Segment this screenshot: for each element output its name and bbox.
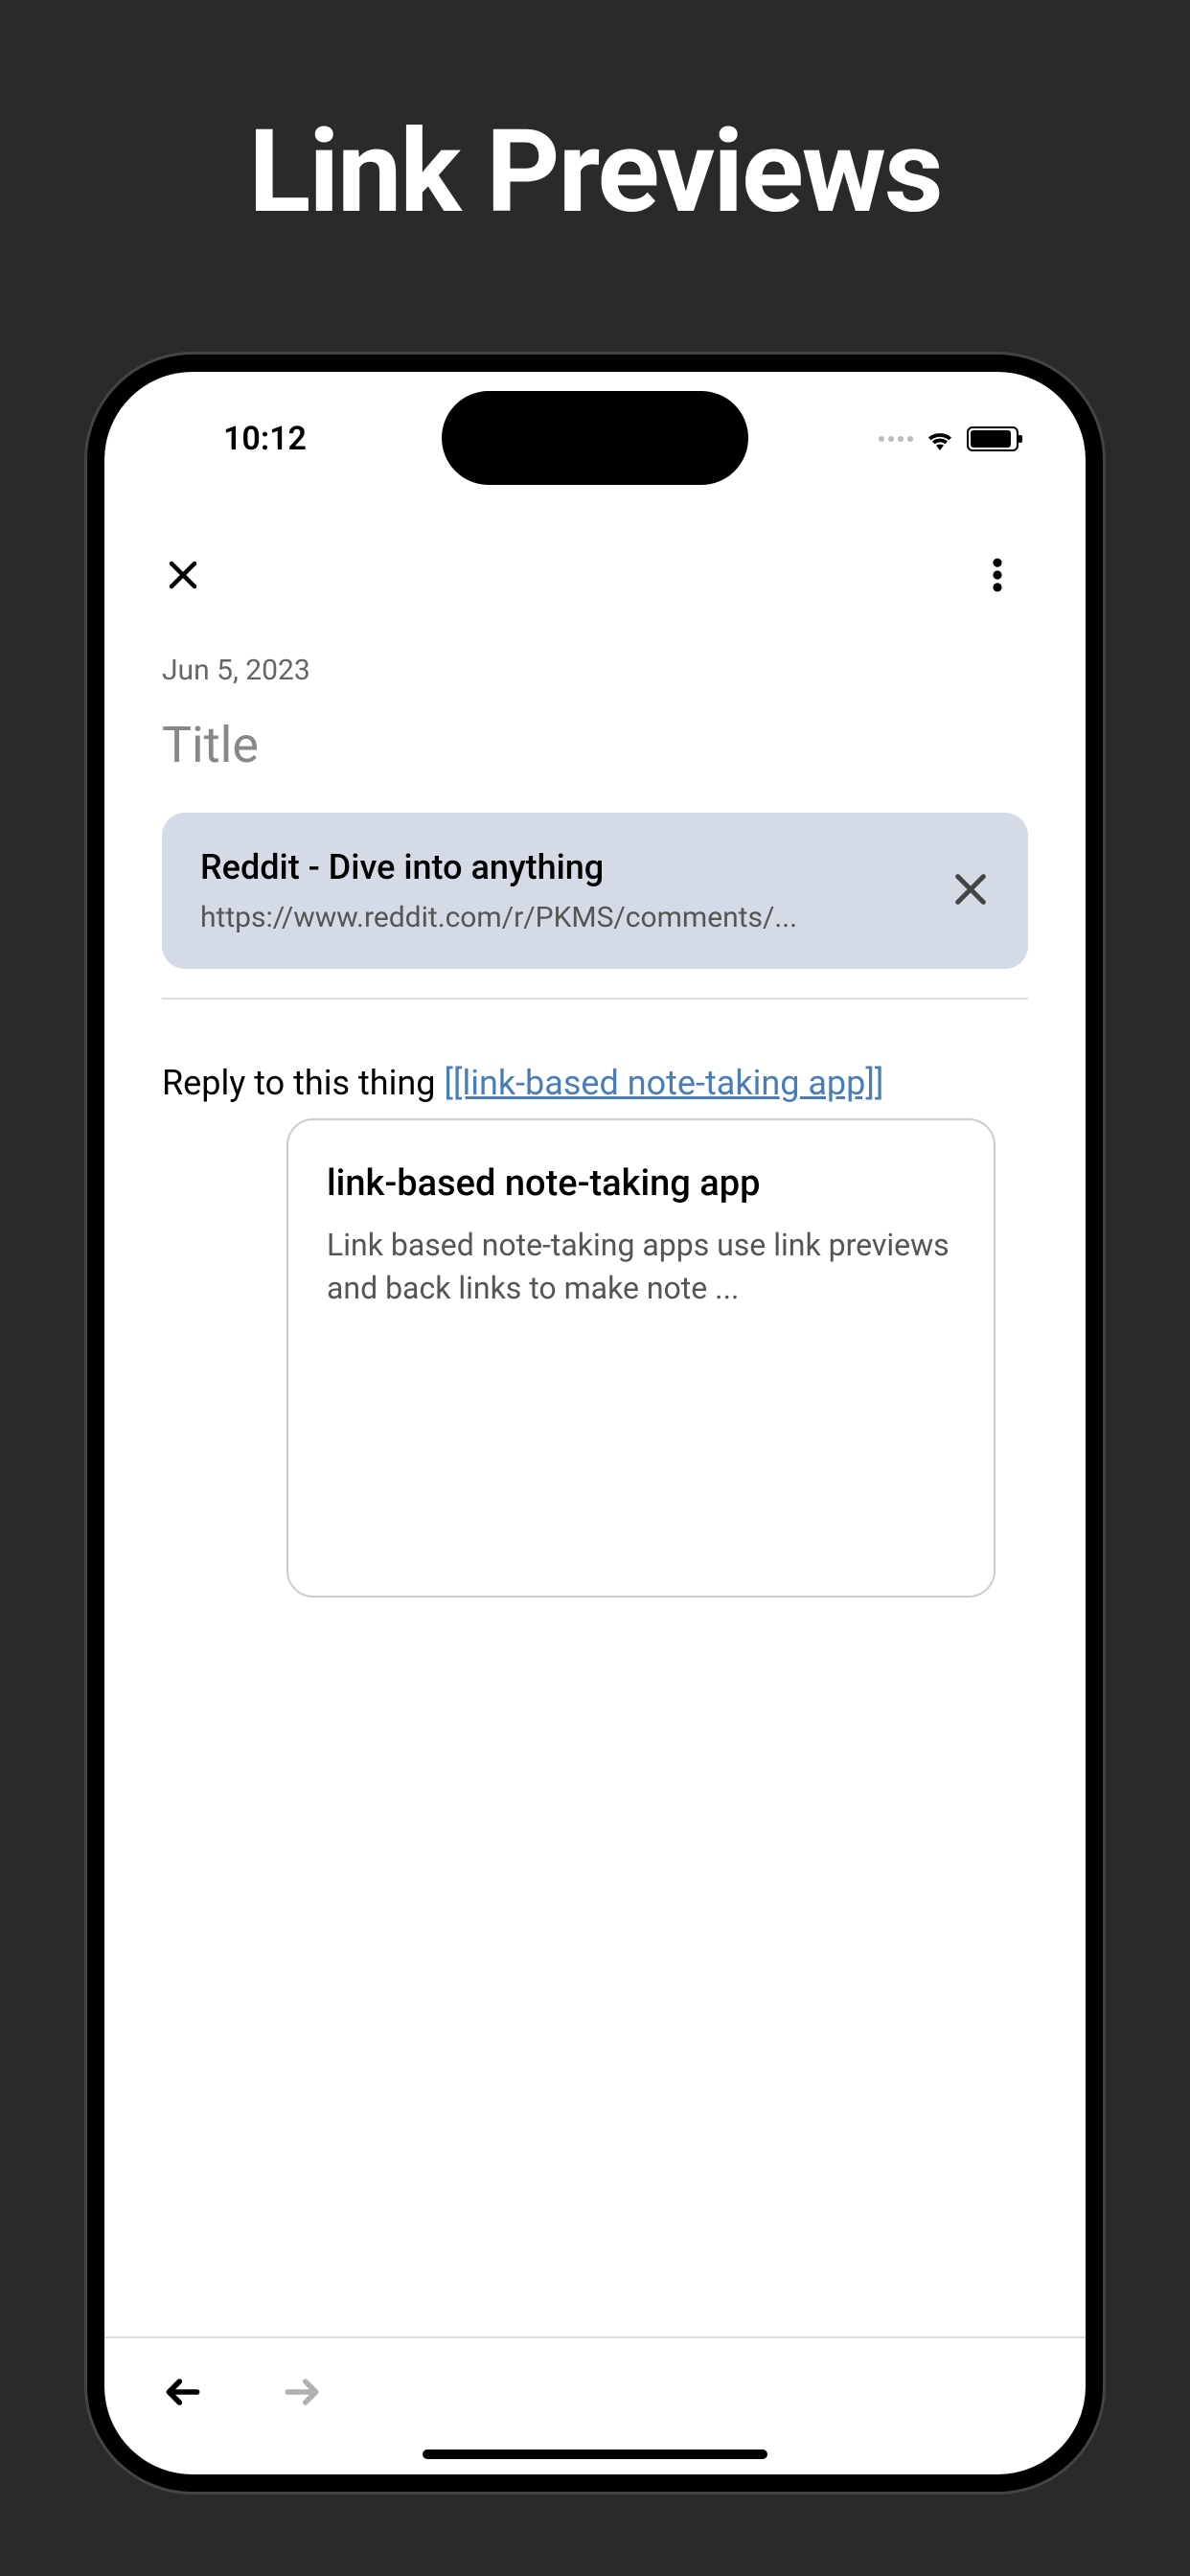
phone-screen: 10:12	[104, 372, 1086, 2474]
more-button[interactable]	[976, 554, 1018, 596]
popover-title: link-based note-taking app	[327, 1162, 955, 1205]
note-date: Jun 5, 2023	[162, 654, 1028, 687]
status-icons	[879, 426, 1018, 451]
note-body-text: Reply to this thing	[162, 1063, 444, 1103]
status-time: 10:12	[223, 420, 307, 458]
popover-text: Link based note-taking apps use link pre…	[327, 1224, 955, 1310]
more-vertical-icon	[976, 554, 1018, 596]
link-preview-card[interactable]: Reddit - Dive into anything https://www.…	[162, 813, 1028, 969]
close-icon	[951, 870, 990, 908]
link-preview-content: Reddit - Dive into anything https://www.…	[200, 847, 923, 934]
close-icon	[166, 558, 200, 592]
link-preview-url: https://www.reddit.com/r/PKMS/comments/.…	[200, 901, 923, 934]
close-button[interactable]	[162, 554, 204, 596]
home-indicator[interactable]	[423, 2450, 767, 2459]
wifi-icon	[925, 427, 955, 450]
forward-button[interactable]	[281, 2371, 323, 2417]
top-bar	[104, 525, 1086, 625]
link-preview-remove-button[interactable]	[951, 870, 990, 912]
dynamic-island	[442, 391, 748, 485]
arrow-right-icon	[281, 2371, 323, 2413]
feature-title: Link Previews	[248, 105, 941, 240]
cellular-icon	[879, 436, 913, 442]
divider	[162, 998, 1028, 1000]
link-preview-title: Reddit - Dive into anything	[200, 847, 923, 887]
title-input[interactable]: Title	[162, 716, 1028, 774]
battery-icon	[967, 426, 1018, 451]
back-button[interactable]	[162, 2371, 204, 2417]
link-preview-popover[interactable]: link-based note-taking app Link based no…	[286, 1118, 995, 1598]
wiki-link[interactable]: [[link-based note-taking app]]	[444, 1063, 883, 1103]
note-body[interactable]: Reply to this thing [[link-based note-ta…	[162, 1057, 1028, 1109]
phone-frame: 10:12	[87, 355, 1103, 2492]
arrow-left-icon	[162, 2371, 204, 2413]
note-content: Jun 5, 2023 Title Reddit - Dive into any…	[104, 625, 1086, 2336]
